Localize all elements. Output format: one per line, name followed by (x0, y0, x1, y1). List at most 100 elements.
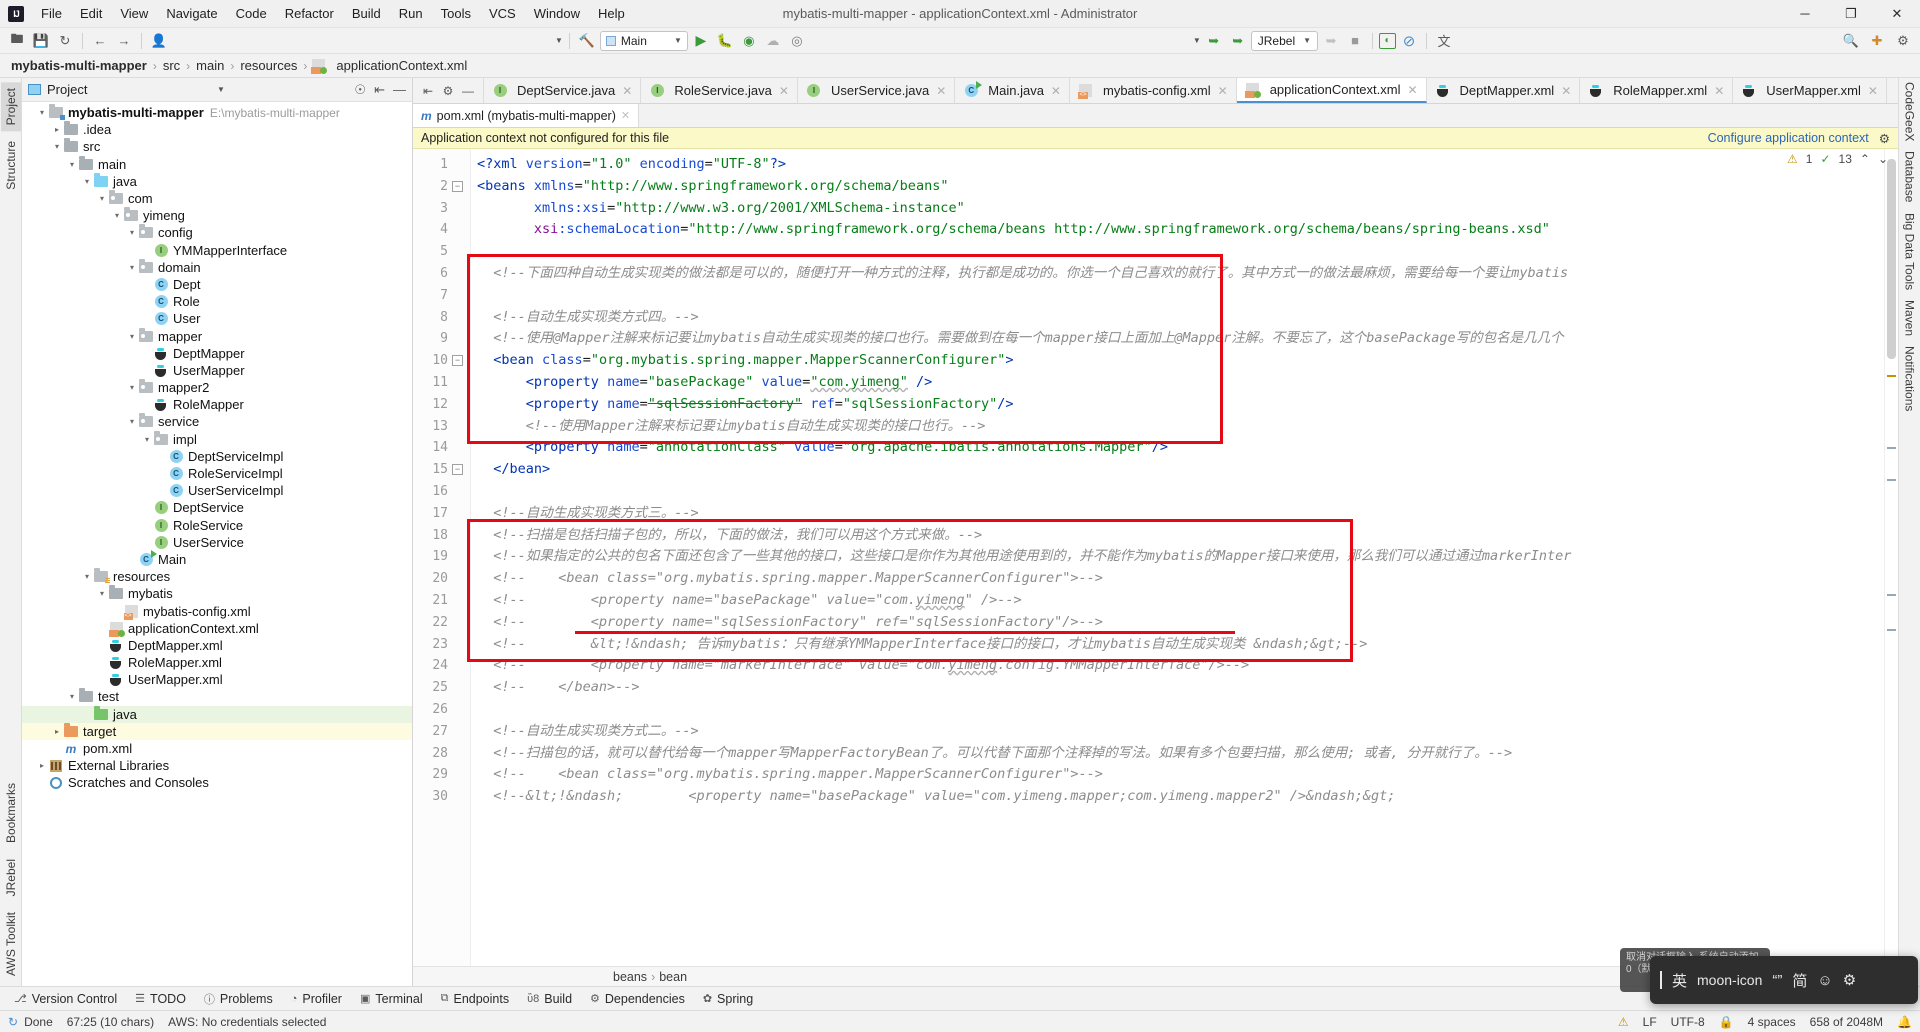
hide-icon[interactable]: — (459, 82, 477, 100)
monitor-icon[interactable]: ◐ (1379, 32, 1397, 49)
close-icon[interactable]: ✕ (1218, 84, 1228, 98)
sidebar-item-bookmarks[interactable]: Bookmarks (1, 777, 21, 849)
marker-weak[interactable] (1887, 479, 1896, 481)
sidebar-item-database[interactable]: Database (1903, 151, 1917, 202)
code-line[interactable]: <!--使用Mapper注解来标记要让mybatis自动生成实现类的接口也行。-… (471, 416, 1884, 438)
status-indent[interactable]: 4 spaces (1748, 1015, 1796, 1029)
tree-node-userservice[interactable]: I UserService (22, 534, 412, 551)
sidebar-item-notifications[interactable]: Notifications (1903, 346, 1917, 411)
code-line[interactable] (471, 699, 1884, 721)
editor-tabs-more-button[interactable]: ⋮ (1887, 78, 1898, 103)
editor-breadcrumb-beans[interactable]: beans (613, 970, 647, 984)
code-line[interactable]: <!-- <bean class="org.mybatis.spring.map… (471, 568, 1884, 590)
code-line[interactable]: <?xml version="1.0" encoding="UTF-8"?> (471, 154, 1884, 176)
code-fold-toggle[interactable]: − (452, 464, 463, 476)
tree-node-rolemapper[interactable]: RoleMapper (22, 396, 412, 413)
menu-run[interactable]: Run (390, 2, 432, 25)
editor-tab-main-java[interactable]: C Main.java ✕ (955, 78, 1070, 103)
editor-tab-deptservice-java[interactable]: I DeptService.java ✕ (484, 78, 642, 103)
code-line[interactable]: <!--扫描是包括扫描子包的，所以，下面的做法，我们可以用这个方式来做。--> (471, 525, 1884, 547)
editor-tab-userservice-java[interactable]: I UserService.java ✕ (797, 78, 956, 103)
code-line[interactable]: <!--自动生成实现类方式四。--> (471, 307, 1884, 329)
code-line[interactable]: xsi:schemaLocation="http://www.springfra… (471, 219, 1884, 241)
moon-icon[interactable]: moon-icon (1697, 972, 1762, 988)
chevron-down-icon[interactable]: ▾ (51, 142, 63, 151)
editor-marker-scrollbar[interactable] (1884, 149, 1898, 966)
save-all-icon[interactable]: 💾 (30, 30, 52, 52)
tree-node-com[interactable]: ▾ com (22, 190, 412, 207)
sidebar-item-codegeex[interactable]: CodeGeeX (1903, 82, 1917, 141)
code-fold-toggle[interactable]: − (452, 355, 463, 367)
sidebar-item-project[interactable]: Project (0, 82, 21, 132)
tree-node-service[interactable]: ▾ service (22, 413, 412, 430)
configure-application-context-link[interactable]: Configure application context (1708, 131, 1869, 145)
code-line[interactable]: <property name="basePackage" value="com.… (471, 372, 1884, 394)
tree-node-deptserviceimpl[interactable]: C DeptServiceImpl (22, 448, 412, 465)
inspection-widget[interactable]: ⚠ 1 ✓ 13 ⌃ ⌄ (1777, 149, 1898, 169)
ime-toolbar[interactable]: 英 moon-icon “” 简 ☺ ⚙ (1650, 956, 1918, 1004)
tree-node-roleservice[interactable]: I RoleService (22, 517, 412, 534)
no-icon[interactable]: ⊘ (1398, 30, 1420, 52)
sidebar-item-big-data-tools[interactable]: Big Data Tools (1903, 213, 1917, 290)
tree-node-yimeng[interactable]: ▾ yimeng (22, 207, 412, 224)
status-aws[interactable]: AWS: No credentials selected (168, 1015, 326, 1029)
sidebar-item-maven[interactable]: Maven (1903, 300, 1917, 336)
tree-node-main[interactable]: C Main (22, 549, 412, 568)
code-line[interactable]: xmlns:xsi="http://www.w3.org/2001/XMLSch… (471, 198, 1884, 220)
notification-bell-icon[interactable]: 🔔 (1897, 1015, 1912, 1029)
close-icon[interactable]: ✕ (779, 84, 789, 98)
code-line[interactable]: <!--如果指定的公共的包名下面还包含了一些其他的接口，这些接口是你作为其他用途… (471, 546, 1884, 568)
editor-tab-roleservice-java[interactable]: I RoleService.java ✕ (641, 78, 798, 103)
tree-node-userserviceimpl[interactable]: C UserServiceImpl (22, 482, 412, 499)
chevron-right-icon[interactable]: ▸ (51, 125, 63, 134)
gear-icon[interactable]: ⚙ (1879, 131, 1890, 146)
breadcrumb-src[interactable]: src (160, 57, 183, 74)
code-line[interactable] (471, 241, 1884, 263)
sidebar-item-aws-toolkit[interactable]: AWS Toolkit (1, 906, 21, 982)
tool-window-dependencies[interactable]: ⚙ Dependencies (582, 990, 693, 1008)
close-icon[interactable]: ✕ (1051, 84, 1061, 98)
editor-tab-usermapper-xml[interactable]: UserMapper.xml ✕ (1733, 78, 1887, 103)
chevron-down-icon[interactable]: ▾ (111, 211, 123, 220)
chevron-down-icon[interactable]: ▼ (217, 85, 225, 94)
tool-window-profiler[interactable]: ◔ Profiler (283, 990, 350, 1008)
tree-node-role[interactable]: C Role (22, 293, 412, 310)
menu-window[interactable]: Window (525, 2, 589, 25)
tool-window-build[interactable]: ὒ8 Build (519, 990, 580, 1008)
tree-node-domain[interactable]: ▾ domain (22, 258, 412, 276)
tree-node-target[interactable]: ▸ target (22, 722, 412, 740)
tree-node-mapper[interactable]: ▾ mapper (22, 327, 412, 344)
plugin-update-icon[interactable]: ✚ (1866, 30, 1888, 52)
tree-node-deptservice[interactable]: I DeptService (22, 499, 412, 516)
tree-node-mybatis-multi-mapper[interactable]: ▾ mybatis-multi-mapper E:\mybatis-multi-ma… (22, 104, 412, 121)
tree-node-resources[interactable]: ▾ resources (22, 568, 412, 585)
code-line[interactable]: <!-- </bean>--> (471, 677, 1884, 699)
editor-tabs[interactable]: I DeptService.java ✕ I RoleService.java ✕ I Use… (484, 78, 1887, 103)
menu-code[interactable]: Code (227, 2, 276, 25)
code-line[interactable]: <!--自动生成实现类方式二。--> (471, 721, 1884, 743)
code-content[interactable]: <?xml version="1.0" encoding="UTF-8"?> <b… (471, 149, 1884, 966)
tool-window-todo[interactable]: ☰ TODO (127, 990, 194, 1008)
maximize-button[interactable]: ❐ (1828, 0, 1874, 28)
tree-node-test[interactable]: ▾ test (22, 688, 412, 705)
chevron-right-icon[interactable]: ▸ (51, 727, 63, 736)
menu-navigate[interactable]: Navigate (157, 2, 226, 25)
code-line[interactable]: <!--自动生成实现类方式三。--> (471, 503, 1884, 525)
run-icon[interactable]: ▶ (690, 30, 712, 52)
collapse-all-icon[interactable]: ⇤ (374, 82, 385, 98)
ime-simplified[interactable]: 简 (1792, 970, 1807, 991)
code-line[interactable]: <beans xmlns="http://www.springframework… (471, 176, 1884, 198)
back-icon[interactable]: ← (89, 30, 111, 52)
tree-node-deptmapper[interactable]: DeptMapper (22, 345, 412, 362)
marker-weak[interactable] (1887, 629, 1896, 631)
code-fold-toggle[interactable]: − (452, 180, 463, 192)
code-line[interactable] (471, 285, 1884, 307)
chevron-down-icon[interactable]: ▾ (126, 417, 138, 426)
close-button[interactable]: ✕ (1874, 0, 1920, 28)
chevron-down-icon[interactable]: ▾ (66, 160, 78, 169)
code-line[interactable]: <!-- <bean class="org.mybatis.spring.map… (471, 764, 1884, 786)
minimize-button[interactable]: ─ (1782, 0, 1828, 28)
code-line[interactable]: <property name="sqlSessionFactory" ref="… (471, 394, 1884, 416)
attach-icon[interactable]: ◎ (786, 30, 808, 52)
menu-refactor[interactable]: Refactor (276, 2, 343, 25)
